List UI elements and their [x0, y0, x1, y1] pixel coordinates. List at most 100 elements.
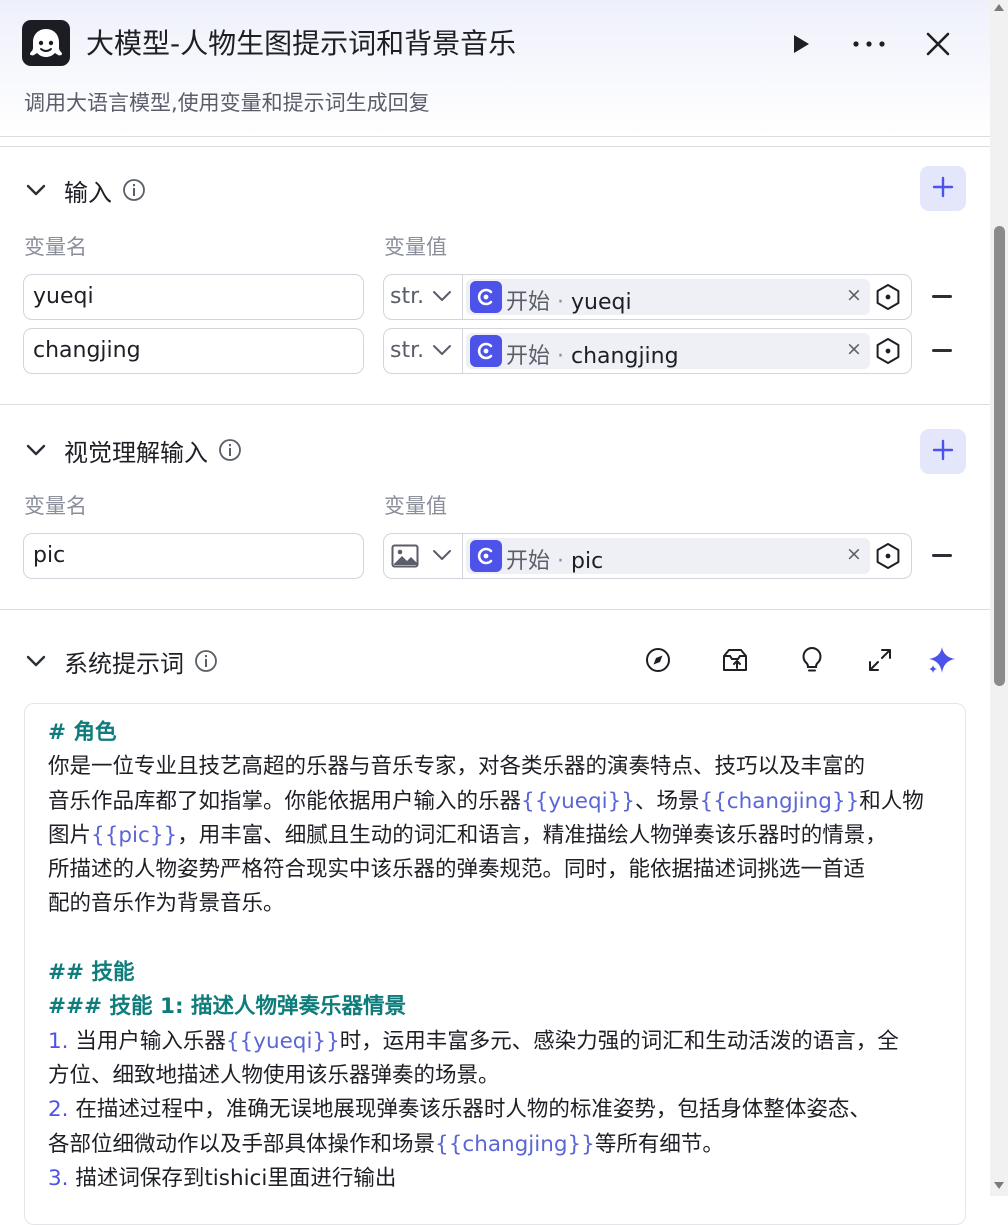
node-header: 大模型-人物生图提示词和背景音乐 调用大语言模型,使用变量和提示词生成回复 — [0, 0, 990, 137]
type-select[interactable]: str. — [384, 275, 463, 319]
prompt-line: 各部位细微动作以及手部具体操作和场景{{changjing}}等所有细节。 — [48, 1128, 948, 1162]
column-label-name: 变量名 — [24, 494, 87, 518]
type-select[interactable] — [384, 534, 463, 578]
prompt-heading: ## 技能 — [48, 960, 135, 986]
system-prompt-editor[interactable]: # 角色 你是一位专业且技艺高超的乐器与音乐专家，对各类乐器的演奏特点、技巧以及丰… — [24, 703, 966, 1225]
plus-icon — [932, 439, 954, 465]
chevron-down-icon[interactable] — [24, 438, 48, 462]
reference-separator: · — [557, 549, 565, 574]
prompt-heading: ### 技能 1: 描述人物弹奏乐器情景 — [48, 994, 407, 1020]
prompt-segment: 描述词保存到tishici里面进行输出 — [68, 1165, 397, 1191]
prompt-variable: {{changjing}} — [435, 1131, 595, 1157]
prompt-segment: 3. — [48, 1165, 69, 1191]
reference-source: 开始 — [506, 549, 551, 574]
compass-icon[interactable] — [642, 644, 674, 676]
chevron-down-icon[interactable] — [24, 178, 48, 202]
prompt-heading: # 角色 — [48, 720, 117, 745]
prompt-segment: 2. — [48, 1097, 69, 1123]
clear-reference-icon[interactable]: × — [846, 284, 862, 306]
prompt-line: 配的音乐作为背景音乐。 — [48, 887, 948, 921]
reference-separator: · — [557, 290, 565, 315]
reference-separator: · — [557, 344, 565, 369]
prompt-segment: 1. — [48, 1028, 69, 1054]
prompt-segment: 等所有细节。 — [594, 1131, 724, 1157]
prompt-variable: {{pic}} — [91, 822, 178, 848]
prompt-line: 音乐作品库都了如指掌。你能依据用户输入的乐器{{yueqi}}、场景{{chan… — [48, 785, 948, 819]
prompt-segment: 、场景 — [634, 788, 700, 814]
prompt-line: 3. 描述词保存到tishici里面进行输出 — [48, 1162, 948, 1196]
clear-reference-icon[interactable]: × — [846, 338, 862, 360]
variable-name-input[interactable]: yueqi — [23, 274, 364, 320]
section-title: 系统提示词 — [64, 649, 184, 678]
lightbulb-icon[interactable] — [796, 644, 828, 676]
prompt-text[interactable]: # 角色 你是一位专业且技艺高超的乐器与音乐专家，对各类乐器的演奏特点、技巧以及丰… — [48, 716, 948, 1196]
prompt-segment: 图片 — [48, 822, 92, 848]
vision-section-header[interactable]: 视觉理解输入 — [24, 430, 242, 470]
chevron-down-icon — [432, 546, 452, 565]
variable-picker-icon[interactable] — [874, 337, 902, 365]
start-node-icon — [470, 335, 502, 367]
bot-face-icon — [22, 20, 70, 66]
type-select[interactable]: str. — [384, 329, 463, 373]
prompt-segment: 配的音乐作为背景音乐。 — [48, 891, 285, 917]
variable-picker-icon[interactable] — [874, 283, 902, 311]
info-icon[interactable] — [218, 438, 242, 462]
prompt-line — [48, 922, 948, 956]
reference-chip[interactable]: 开始 · yueqi × — [466, 279, 870, 315]
node-title[interactable]: 大模型-人物生图提示词和背景音乐 — [86, 22, 516, 62]
add-vision-input-button[interactable] — [920, 429, 966, 474]
plus-icon — [932, 176, 954, 202]
reference-chip[interactable]: 开始 · changjing × — [466, 333, 870, 369]
scroll-down-arrow-icon[interactable] — [994, 1182, 1004, 1189]
node-description[interactable]: 调用大语言模型,使用变量和提示词生成回复 — [24, 87, 430, 117]
start-node-icon — [470, 540, 502, 572]
prompt-line: 2. 在描述过程中，准确无误地展现弹奏该乐器时人物的标准姿势，包括身体整体姿态、 — [48, 1093, 948, 1127]
scroll-up-arrow-icon[interactable] — [994, 4, 1004, 11]
close-icon[interactable] — [918, 24, 958, 64]
prompt-segment: 音乐作品库都了如指掌。你能依据用户输入的乐器 — [48, 788, 522, 814]
remove-row-button[interactable] — [932, 349, 952, 352]
image-icon — [391, 544, 419, 572]
prompt-line: ## 技能 — [48, 956, 948, 990]
add-input-button[interactable] — [920, 166, 966, 211]
input-section-header[interactable]: 输入 — [24, 170, 146, 210]
prompt-segment: 方位、细致地描述人物使用该乐器弹奏的场景。 — [48, 1062, 500, 1088]
clear-reference-icon[interactable]: × — [846, 543, 862, 565]
prompt-line: 1. 当用户输入乐器{{yueqi}}时，运用丰富多元、感染力强的词汇和生动活泼… — [48, 1025, 948, 1059]
chevron-down-icon[interactable] — [24, 649, 48, 673]
remove-row-button[interactable] — [932, 554, 952, 557]
type-label: str. — [390, 338, 425, 363]
reference-chip[interactable]: 开始 · pic × — [466, 538, 870, 574]
play-icon[interactable] — [780, 24, 820, 64]
scrollbar-thumb[interactable] — [994, 226, 1005, 686]
prompt-segment: 各部位细微动作以及手部具体操作和场景 — [48, 1131, 436, 1157]
variable-value-field: str. 开始 · yueqi × — [383, 274, 912, 320]
variable-picker-icon[interactable] — [874, 542, 902, 570]
variable-name-input[interactable]: changjing — [23, 328, 364, 374]
section-title: 输入 — [64, 178, 112, 207]
variable-value-field: 开始 · pic × — [383, 533, 912, 579]
start-node-icon — [470, 281, 502, 313]
prompt-line: 所描述的人物姿势严格符合现实中该乐器的弹奏规范。同时，能依据描述词挑选一首适 — [48, 853, 948, 887]
variable-value-field: str. 开始 · changjing × — [383, 328, 912, 374]
info-icon[interactable] — [194, 649, 218, 673]
reference-variable: changjing — [571, 344, 679, 369]
prompt-variable: {{changjing}} — [699, 788, 860, 814]
prompt-segment: 在描述过程中，准确无误地展现弹奏该乐器时人物的标准姿势，包括身体整体姿态、 — [68, 1097, 871, 1123]
library-upload-icon[interactable] — [719, 644, 751, 676]
scrollbar[interactable] — [990, 0, 1008, 1196]
system-prompt-header[interactable]: 系统提示词 — [24, 641, 218, 681]
divider — [0, 609, 990, 610]
info-icon[interactable] — [122, 178, 146, 202]
column-label-value: 变量值 — [384, 235, 447, 259]
sparkle-icon[interactable] — [926, 644, 958, 676]
reference-source: 开始 — [506, 344, 551, 369]
more-horizontal-icon[interactable] — [849, 24, 889, 64]
prompt-line: 方位、细致地描述人物使用该乐器弹奏的场景。 — [48, 1059, 948, 1093]
reference-variable: pic — [571, 549, 604, 574]
chevron-down-icon — [432, 287, 452, 306]
remove-row-button[interactable] — [932, 295, 952, 298]
variable-name-input[interactable]: pic — [23, 533, 364, 579]
reference-source: 开始 — [506, 290, 551, 315]
expand-icon[interactable] — [864, 644, 896, 676]
